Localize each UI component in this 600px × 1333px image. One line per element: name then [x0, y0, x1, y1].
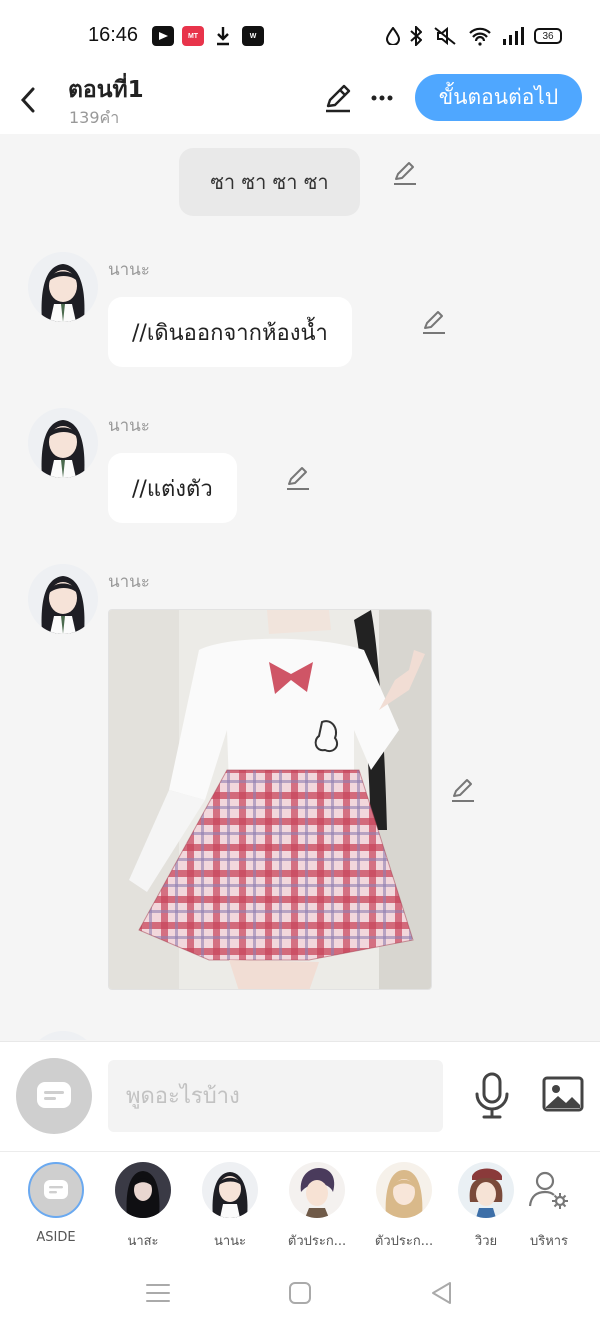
image-upload-button[interactable]	[542, 1076, 584, 1114]
back-button[interactable]	[12, 80, 44, 120]
mute-icon	[434, 26, 456, 46]
avatar	[458, 1162, 514, 1218]
message-icon	[44, 1180, 68, 1199]
header: ตอนที่1 139คำ ขั้นตอนต่อไป	[0, 70, 600, 134]
home-icon[interactable]	[286, 1279, 314, 1307]
mangatoon-icon: MT	[182, 26, 204, 46]
avatar[interactable]	[28, 1031, 98, 1040]
signal-icon	[503, 27, 524, 45]
battery-icon: 36	[534, 28, 562, 44]
more-horizontal-icon	[371, 95, 393, 101]
edit-pencil-icon[interactable]	[392, 160, 418, 186]
avatar	[202, 1162, 258, 1218]
avatar[interactable]	[28, 564, 98, 634]
word-count: 139คำ	[69, 108, 120, 127]
chat-area[interactable]: ซา ซา ซา ซา นานะ //เดินออกจากห้องน้ำ นาน…	[0, 134, 600, 1040]
image-icon	[542, 1076, 584, 1112]
sender-name: นานะ	[108, 572, 150, 592]
message-icon	[37, 1082, 71, 1108]
character-label: บริหาร	[529, 1234, 569, 1249]
microphone-icon	[475, 1072, 509, 1119]
narration-bubble[interactable]: ซา ซา ซา ซา	[179, 148, 360, 216]
character-label: นาสะ	[127, 1234, 159, 1249]
edit-title-button[interactable]	[322, 82, 354, 114]
status-app-icons: MT W	[152, 26, 264, 46]
status-time: 16:46	[88, 24, 139, 46]
aside-toggle-button[interactable]	[16, 1058, 92, 1134]
message-input[interactable]	[108, 1060, 443, 1132]
manage-icon	[521, 1162, 577, 1218]
sender-name: นานะ	[108, 260, 150, 280]
voice-button[interactable]	[472, 1072, 512, 1120]
avatar	[289, 1162, 345, 1218]
message-bubble[interactable]: //เดินออกจากห้องน้ำ	[108, 297, 352, 367]
bluetooth-icon	[410, 26, 422, 46]
character-aside[interactable]: ASIDE	[18, 1162, 94, 1245]
character-item[interactable]: ตัวประก...	[279, 1162, 355, 1251]
message-bubble[interactable]: //แต่งตัว	[108, 453, 237, 523]
avatar[interactable]	[28, 408, 98, 478]
input-bar	[0, 1041, 600, 1151]
message-photo[interactable]	[108, 609, 432, 990]
system-nav-bar	[0, 1251, 600, 1333]
edit-pencil-icon[interactable]	[285, 465, 311, 491]
drop-icon	[386, 27, 400, 45]
chevron-left-icon	[20, 87, 35, 113]
menu-icon[interactable]	[144, 1279, 172, 1307]
pencil-icon	[326, 84, 351, 113]
character-item[interactable]: นาสะ	[105, 1162, 181, 1251]
manage-characters-button[interactable]: บริหาร	[511, 1162, 587, 1251]
status-indicators: 36	[386, 26, 562, 46]
aside-avatar	[28, 1162, 84, 1218]
character-selector: ASIDE นาสะ นานะ ตัวประก... ตัวประก... วิ…	[0, 1151, 600, 1251]
sender-name: นานะ	[108, 416, 150, 436]
youtube-icon	[152, 26, 174, 46]
edit-pencil-icon[interactable]	[421, 309, 447, 335]
character-label: ASIDE	[36, 1230, 76, 1245]
webtoon-icon: W	[242, 26, 264, 46]
status-bar: 16:46 MT W 36	[0, 0, 600, 70]
character-label: นานะ	[213, 1234, 247, 1249]
avatar	[115, 1162, 171, 1218]
character-label: ตัวประก...	[374, 1234, 434, 1249]
character-item[interactable]: นานะ	[192, 1162, 268, 1251]
next-step-button[interactable]: ขั้นตอนต่อไป	[415, 74, 582, 121]
more-options-button[interactable]	[368, 82, 396, 114]
back-triangle-icon[interactable]	[428, 1279, 456, 1307]
wifi-icon	[469, 27, 491, 46]
character-item[interactable]: ตัวประก...	[366, 1162, 442, 1251]
character-label: ตัวประก...	[287, 1234, 347, 1249]
edit-pencil-icon[interactable]	[450, 777, 476, 803]
avatar[interactable]	[28, 252, 98, 322]
episode-title: ตอนที่1	[68, 77, 144, 103]
download-icon	[212, 26, 234, 46]
avatar	[376, 1162, 432, 1218]
